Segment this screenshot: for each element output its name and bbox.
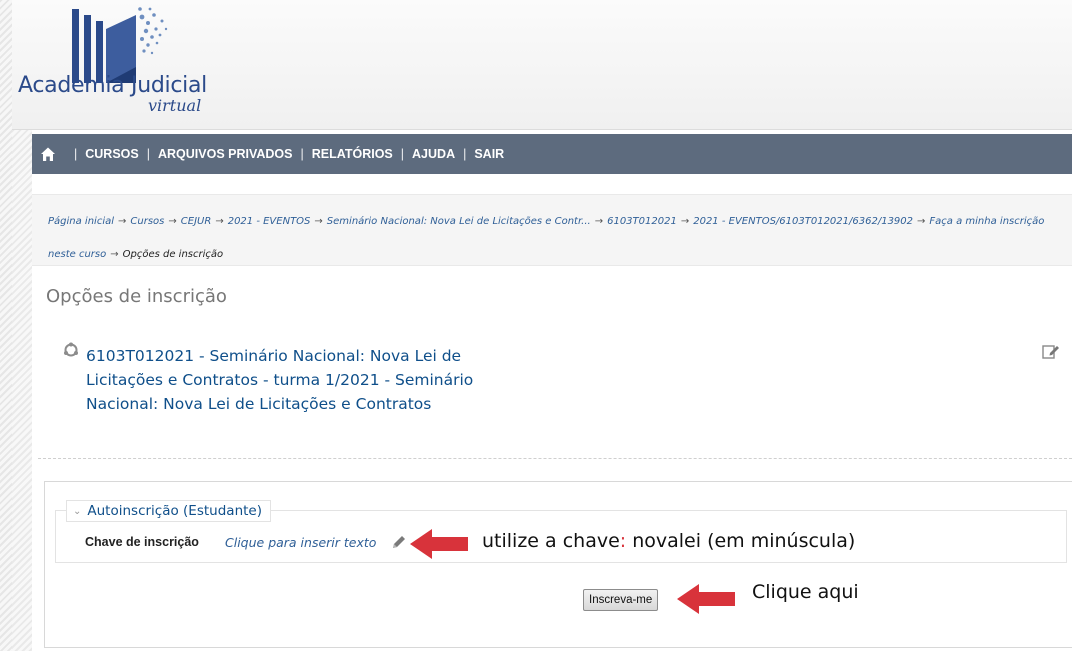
annotation-note-key: utilize a chave: novalei (em minúscula): [482, 530, 855, 552]
breadcrumb-link[interactable]: Página inicial: [48, 216, 114, 227]
nav-item-arquivos-privados[interactable]: ARQUIVOS PRIVADOS: [158, 147, 293, 161]
annotation-note-click: Clique aqui: [752, 581, 859, 603]
site-header: Academia Judicial virtual: [12, 0, 1072, 130]
enrolment-key-label: Chave de inscrição: [85, 535, 199, 549]
enrol-me-button[interactable]: Inscreva-me: [583, 589, 659, 611]
annotation-arrow-icon: [677, 584, 735, 614]
page-title: Opções de inscrição: [46, 286, 227, 307]
breadcrumb-link[interactable]: 6103T012021: [607, 216, 677, 227]
breadcrumb-link[interactable]: 2021 - EVENTOS/6103T012021/6362/13902: [693, 216, 913, 227]
enrolment-key-input[interactable]: Clique para inserir texto: [225, 535, 376, 550]
course-icon: [64, 342, 78, 357]
annotation-note-key-suffix: novalei (em minúscula): [626, 530, 856, 552]
nav-item-ajuda[interactable]: AJUDA: [412, 147, 455, 161]
section-divider: [38, 458, 1072, 459]
chevron-down-icon[interactable]: ⌄: [73, 506, 81, 517]
logo-icon[interactable]: [62, 5, 172, 83]
nav-separator: |: [146, 147, 150, 161]
annotation-note-key-prefix: utilize a chave: [482, 530, 620, 552]
pencil-icon[interactable]: [391, 534, 407, 550]
logo-subtitle: virtual: [148, 96, 202, 115]
breadcrumb-link[interactable]: Cursos: [130, 216, 164, 227]
nav-separator: |: [400, 147, 405, 161]
nav-item-sair[interactable]: SAIR: [474, 147, 504, 161]
logo-title: Academia Judicial: [18, 73, 207, 98]
annotation-arrow-icon: [410, 529, 468, 559]
nav-separator: |: [74, 147, 78, 161]
enrolment-legend-label: Autoinscrição (Estudante): [87, 503, 262, 519]
left-stripe: [0, 0, 12, 651]
nav-separator: |: [463, 147, 467, 161]
breadcrumb-current: Opções de inscrição: [122, 249, 224, 260]
enrolment-legend[interactable]: ⌄ Autoinscrição (Estudante): [66, 500, 271, 522]
breadcrumb-link[interactable]: Seminário Nacional: Nova Lei de Licitaçõ…: [327, 216, 591, 227]
home-icon[interactable]: [40, 146, 56, 162]
course-title-link[interactable]: 6103T012021 - Seminário Nacional: Nova L…: [86, 344, 486, 416]
main-navbar: | CURSOS | ARQUIVOS PRIVADOS | RELATÓRIO…: [32, 134, 1072, 174]
edit-icon[interactable]: [1042, 343, 1060, 359]
nav-item-relatorios[interactable]: RELATÓRIOS: [312, 147, 393, 161]
breadcrumb-link[interactable]: CEJUR: [181, 216, 212, 227]
nav-item-cursos[interactable]: CURSOS: [85, 147, 138, 161]
breadcrumb-link[interactable]: 2021 - EVENTOS: [228, 216, 311, 227]
breadcrumb: Página inicial → Cursos → CEJUR → 2021 - EVENT…: [32, 194, 1072, 266]
nav-separator: |: [300, 147, 304, 161]
left-inner-stripe: [12, 130, 32, 651]
